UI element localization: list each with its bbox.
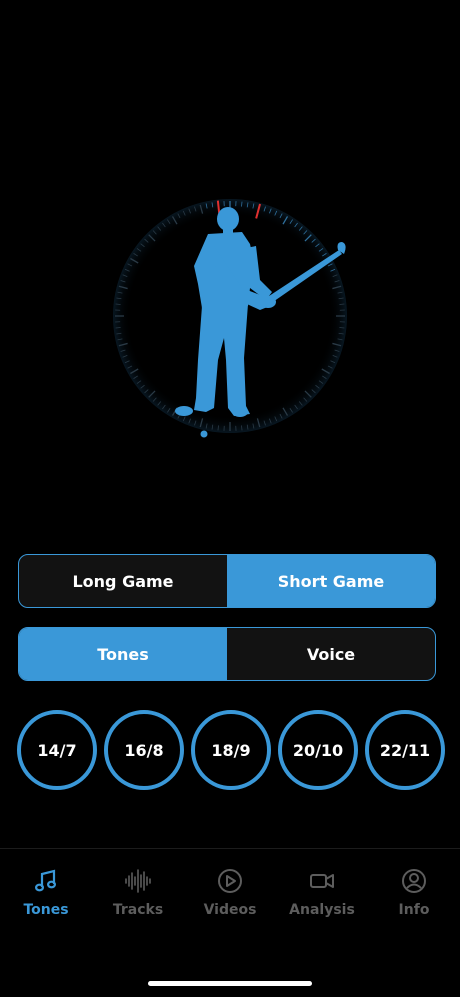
tab-videos-label: Videos <box>204 902 257 918</box>
tempo-ratio-list: 14/7 16/8 18/9 20/10 22/11 <box>17 710 443 792</box>
short-game-button[interactable]: Short Game <box>227 555 435 607</box>
tab-videos[interactable]: Videos <box>184 867 276 918</box>
profile-icon <box>400 867 428 895</box>
music-note-icon <box>32 867 60 895</box>
ratio-button-20-10[interactable]: 20/10 <box>278 710 358 790</box>
play-circle-icon <box>216 867 244 895</box>
ratio-button-22-11[interactable]: 22/11 <box>365 710 445 790</box>
video-camera-icon <box>308 867 336 895</box>
home-indicator[interactable] <box>148 981 312 986</box>
waveform-icon <box>124 867 152 895</box>
tab-info-label: Info <box>399 902 430 918</box>
tab-tones-label: Tones <box>23 902 68 918</box>
ratio-button-14-7[interactable]: 14/7 <box>17 710 97 790</box>
tab-tracks-label: Tracks <box>113 902 163 918</box>
voice-mode-button[interactable]: Voice <box>227 628 435 680</box>
tab-analysis-label: Analysis <box>289 902 355 918</box>
tones-mode-button[interactable]: Tones <box>19 628 227 680</box>
ratio-button-16-8[interactable]: 16/8 <box>104 710 184 790</box>
tab-analysis[interactable]: Analysis <box>276 867 368 918</box>
tempo-dial[interactable] <box>110 188 350 444</box>
tab-tones[interactable]: Tones <box>0 867 92 918</box>
tab-bar: Tones Tracks Videos Analysis <box>0 848 460 997</box>
game-type-selector: Long Game Short Game <box>18 554 436 608</box>
ratio-button-18-9[interactable]: 18/9 <box>191 710 271 790</box>
audio-mode-selector: Tones Voice <box>18 627 436 681</box>
long-game-button[interactable]: Long Game <box>19 555 227 607</box>
dial-position-dot <box>201 431 208 438</box>
tab-tracks[interactable]: Tracks <box>92 867 184 918</box>
tab-info[interactable]: Info <box>368 867 460 918</box>
